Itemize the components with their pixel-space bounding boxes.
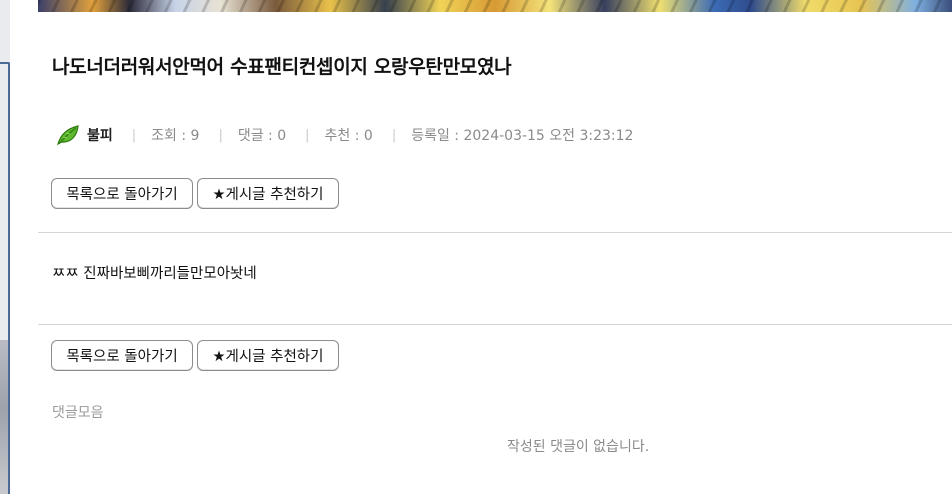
recommend-post-button[interactable]: ★게시글 추천하기	[197, 340, 339, 371]
meta-separator: |	[218, 127, 223, 143]
divider	[38, 324, 952, 325]
post-actions-top: 목록으로 돌아가기 ★게시글 추천하기	[51, 178, 339, 209]
meta-separator: |	[305, 127, 310, 143]
post-body: ㅉㅉ 진짜바보삐까리들만모아놧네	[52, 266, 257, 282]
post-meta: 불피 | 조회 : 9 | 댓글 : 0 | 추천 : 0 | 등록일 : 20…	[56, 124, 633, 146]
comment-count: 댓글 : 0	[237, 128, 287, 144]
leaf-icon	[56, 124, 80, 146]
view-count: 조회 : 9	[151, 128, 200, 144]
post-actions-bottom: 목록으로 돌아가기 ★게시글 추천하기	[51, 340, 339, 371]
comments-heading: 댓글모음	[52, 405, 104, 421]
meta-separator: |	[131, 127, 137, 143]
post-banner-image	[38, 0, 952, 12]
meta-separator: |	[391, 127, 397, 143]
page: 나도너더러워서안먹어 수표팬티컨셉이지 오랑우탄만모였나 불피 | 조회 : 9…	[0, 0, 952, 494]
left-sidebar-panel	[0, 62, 10, 494]
post-date: 등록일 : 2024-03-15 오전 3:23:12	[411, 128, 634, 144]
post-title: 나도너더러워서안먹어 수표팬티컨셉이지 오랑우탄만모였나	[52, 56, 512, 78]
back-to-list-button[interactable]: 목록으로 돌아가기	[51, 178, 193, 209]
recommend-post-button[interactable]: ★게시글 추천하기	[197, 178, 339, 209]
back-to-list-button[interactable]: 목록으로 돌아가기	[51, 340, 193, 371]
post-author[interactable]: 불피	[87, 125, 113, 145]
no-comments-message: 작성된 댓글이 없습니다.	[507, 439, 650, 455]
recommend-count: 추천 : 0	[324, 128, 373, 144]
divider	[38, 232, 952, 233]
